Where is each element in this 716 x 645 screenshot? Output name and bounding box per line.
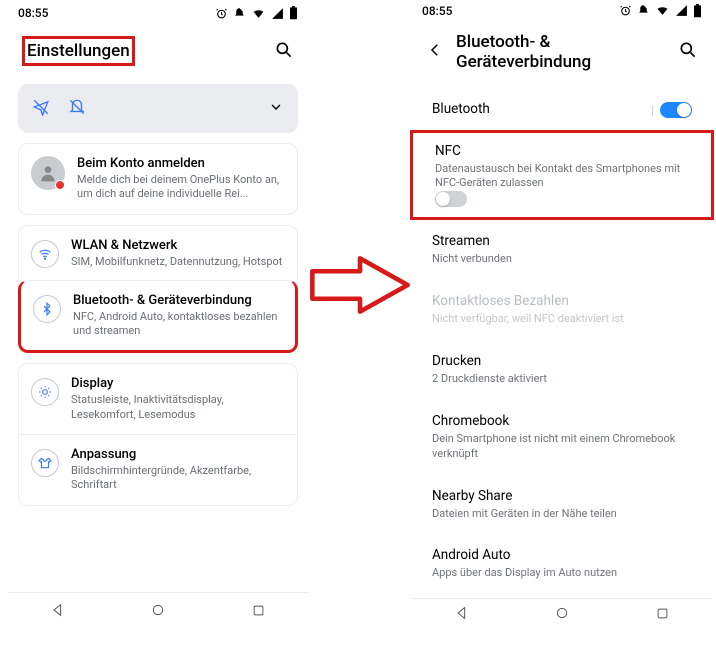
bell-off-icon [68, 98, 86, 119]
account-sub: Melde dich bei deinem OnePlus Konto an, … [77, 173, 285, 202]
display-title: Display [71, 376, 285, 391]
search-icon[interactable] [678, 40, 698, 63]
header: Einstellungen [8, 26, 308, 78]
search-icon[interactable] [274, 40, 294, 63]
custom-row[interactable]: Anpassung Bildschirmhintergründe, Akzent… [19, 434, 297, 505]
statusbar: 08:55 [412, 0, 712, 22]
nav-back-icon[interactable] [50, 602, 66, 621]
arrow-icon [300, 250, 420, 320]
alarm-icon [619, 4, 632, 17]
auto-title: Android Auto [432, 547, 692, 563]
nfc-title: NFC [435, 143, 689, 159]
page-title: Einstellungen [22, 36, 135, 66]
alarm-icon [215, 7, 228, 20]
nav-recent-icon[interactable] [251, 603, 266, 621]
statusbar: 08:55 [8, 0, 308, 26]
stream-sub: Nicht verbunden [432, 252, 692, 267]
wifi-circle-icon [31, 240, 59, 268]
chrome-sub: Dein Smartphone ist nicht mit einem Chro… [432, 432, 692, 462]
bluetooth-toggle[interactable] [660, 102, 692, 118]
nfc-toggle[interactable] [435, 191, 467, 207]
custom-title: Anpassung [71, 447, 285, 462]
signal-icon [271, 7, 284, 20]
print-sub: 2 Druckdienste aktiviert [432, 372, 692, 387]
pay-item: Kontaktloses Bezahlen Nicht verfügbar, w… [432, 280, 692, 340]
phone-left: 08:55 Einstellungen [8, 0, 308, 630]
dnd-icon [233, 7, 246, 20]
nav-recent-icon[interactable] [655, 606, 670, 624]
wlan-sub: SIM, Mobilfunknetz, Datennutzung, Hotspo… [71, 255, 285, 269]
bt-sub: NFC, Android Auto, kontaktloses bezahlen… [73, 310, 283, 339]
display-card: Display Statusleiste, Inaktivitätsdispla… [18, 363, 298, 505]
display-sub: Statusleiste, Inaktivitätsdisplay, Lesek… [71, 393, 285, 422]
chromebook-item[interactable]: Chromebook Dein Smartphone ist nicht mit… [432, 400, 692, 475]
quick-panel[interactable] [18, 84, 298, 133]
wlan-title: WLAN & Netzwerk [71, 238, 285, 253]
nav-back-icon[interactable] [454, 605, 470, 624]
nearby-item[interactable]: Nearby Share Dateien mit Geräten in der … [432, 475, 692, 535]
bluetooth-item[interactable]: Bluetooth | [432, 88, 692, 133]
bt-title: Bluetooth- & Geräteverbindung [73, 293, 283, 308]
wifi-icon [251, 7, 266, 20]
navbar [8, 592, 308, 630]
custom-sub: Bildschirmhintergründe, Akzentfarbe, Sch… [71, 464, 285, 493]
print-title: Drucken [432, 353, 692, 369]
share-title: Nearby Share [432, 488, 692, 504]
page-title: Bluetooth- & Geräteverbindung [456, 32, 666, 72]
phone-right: 08:55 Bluetooth- & Geräteverbindung Blue… [412, 0, 712, 630]
header: Bluetooth- & Geräteverbindung [412, 22, 712, 84]
brightness-icon [31, 378, 59, 406]
account-card[interactable]: Beim Konto anmelden Melde dich bei deine… [18, 143, 298, 215]
nav-home-icon[interactable] [150, 602, 166, 621]
pay-title: Kontaktloses Bezahlen [432, 293, 692, 309]
nfc-sub: Datenaustausch bei Kontakt des Smartphon… [435, 162, 689, 192]
navbar [412, 598, 712, 630]
shirt-icon [31, 449, 59, 477]
back-icon[interactable] [426, 41, 444, 62]
clock: 08:55 [18, 6, 48, 20]
avatar-icon [31, 156, 65, 190]
account-title: Beim Konto anmelden [77, 156, 285, 171]
clock: 08:55 [422, 4, 452, 18]
nfc-item[interactable]: NFC Datenaustausch bei Kontakt des Smart… [410, 130, 714, 221]
network-card: WLAN & Netzwerk SIM, Mobilfunknetz, Date… [18, 225, 298, 354]
pay-sub: Nicht verfügbar, weil NFC deaktiviert is… [432, 312, 692, 327]
airplane-off-icon [32, 98, 50, 119]
wifi-icon [655, 4, 670, 17]
notification-dot [55, 180, 65, 190]
display-row[interactable]: Display Statusleiste, Inaktivitätsdispla… [19, 364, 297, 434]
wlan-row[interactable]: WLAN & Netzwerk SIM, Mobilfunknetz, Date… [19, 226, 297, 281]
stream-item[interactable]: Streamen Nicht verbunden [432, 220, 692, 280]
chrome-title: Chromebook [432, 413, 692, 429]
bluetooth-title: Bluetooth [432, 101, 490, 117]
bluetooth-circle-icon [33, 295, 61, 323]
dnd-icon [637, 4, 650, 17]
nav-home-icon[interactable] [554, 605, 570, 624]
battery-icon [693, 4, 702, 18]
auto-sub: Apps über das Display im Auto nutzen [432, 566, 692, 581]
share-sub: Dateien mit Geräten in der Nähe teilen [432, 507, 692, 522]
chevron-down-icon[interactable] [268, 99, 284, 118]
battery-icon [289, 6, 298, 20]
signal-icon [675, 4, 688, 17]
print-item[interactable]: Drucken 2 Druckdienste aktiviert [432, 340, 692, 400]
stream-title: Streamen [432, 233, 692, 249]
bluetooth-row[interactable]: Bluetooth- & Geräteverbindung NFC, Andro… [18, 280, 298, 354]
androidauto-item[interactable]: Android Auto Apps über das Display im Au… [432, 534, 692, 594]
